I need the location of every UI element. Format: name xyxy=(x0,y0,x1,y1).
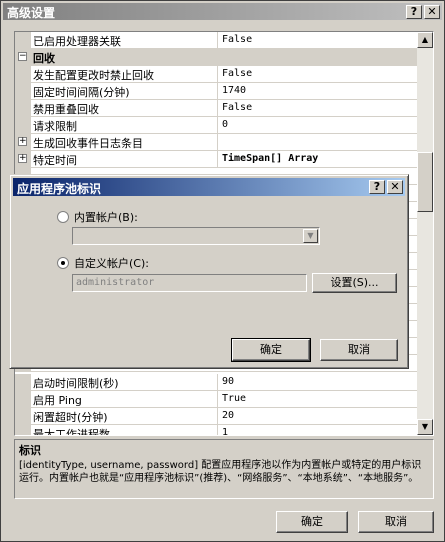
app-pool-identity-dialog: 应用程序池标识 ? ✕ 内置帐户(B): ▼ 自定义帐户(C): adminis… xyxy=(9,174,409,369)
property-name: 启动时间限制(秒) xyxy=(33,377,119,390)
property-name: 启用 Ping xyxy=(33,394,82,407)
builtin-account-option[interactable]: 内置帐户(B): xyxy=(57,209,138,225)
window-titlebar[interactable]: 高级设置 ? ✕ xyxy=(3,3,442,20)
property-row[interactable]: 闲置超时(分钟) 20 xyxy=(15,408,418,425)
property-row[interactable]: + 生成回收事件日志条目 xyxy=(15,134,418,151)
property-name: 请求限制 xyxy=(33,120,77,133)
vertical-scrollbar[interactable]: ▲ ▼ xyxy=(417,32,433,435)
advanced-settings-window: 高级设置 ? ✕ 已启用处理器关联 False − 回收 发生配置更改时禁止回收… xyxy=(0,0,445,542)
property-value[interactable]: False xyxy=(217,66,418,83)
scroll-down-icon[interactable]: ▼ xyxy=(417,419,433,435)
window-title: 高级设置 xyxy=(7,6,56,20)
dialog-close-button[interactable]: ✕ xyxy=(387,180,403,194)
property-row[interactable]: 最大工作进程数 1 xyxy=(15,425,418,436)
property-row[interactable]: + 特定时间 TimeSpan[] Array xyxy=(15,151,418,168)
custom-account-option[interactable]: 自定义帐户(C): xyxy=(57,255,149,271)
ok-button[interactable]: 确定 xyxy=(276,511,348,533)
property-value[interactable] xyxy=(217,134,418,151)
row-gutter xyxy=(15,425,31,435)
property-value[interactable]: TimeSpan[] Array xyxy=(217,151,418,168)
dialog-title: 应用程序池标识 xyxy=(17,182,102,196)
row-gutter xyxy=(15,83,31,100)
collapse-icon[interactable]: − xyxy=(18,52,27,61)
custom-account-field[interactable]: administrator xyxy=(72,274,307,292)
property-value[interactable]: 20 xyxy=(217,408,418,425)
dialog-cancel-button[interactable]: 取消 xyxy=(320,339,398,361)
custom-account-radio[interactable] xyxy=(57,257,69,269)
row-gutter xyxy=(15,408,31,425)
builtin-account-select[interactable]: ▼ xyxy=(72,227,320,245)
row-gutter xyxy=(15,100,31,117)
description-title: 标识 xyxy=(19,444,41,457)
builtin-account-radio[interactable] xyxy=(57,211,69,223)
description-body: [identityType, username, password] 配置应用程… xyxy=(19,460,422,484)
cancel-button[interactable]: 取消 xyxy=(358,511,434,533)
dialog-help-button[interactable]: ? xyxy=(369,180,385,194)
property-row[interactable]: 已启用处理器关联 False xyxy=(15,32,418,49)
property-value[interactable]: 0 xyxy=(217,117,418,134)
category-name: 回收 xyxy=(33,52,55,65)
scroll-up-icon[interactable]: ▲ xyxy=(417,32,433,48)
expand-icon[interactable]: + xyxy=(18,154,27,163)
property-row[interactable]: 发生配置更改时禁止回收 False xyxy=(15,66,418,83)
category-row-recycle[interactable]: − 回收 xyxy=(15,49,418,66)
custom-account-label: 自定义帐户(C): xyxy=(74,257,149,270)
property-name: 固定时间间隔(分钟) xyxy=(33,86,130,99)
row-gutter xyxy=(15,117,31,134)
property-row[interactable]: 固定时间间隔(分钟) 1740 xyxy=(15,83,418,100)
scroll-thumb[interactable] xyxy=(417,152,433,212)
builtin-account-label: 内置帐户(B): xyxy=(74,211,138,224)
property-value[interactable]: False xyxy=(217,100,418,117)
help-button[interactable]: ? xyxy=(406,5,422,19)
property-value[interactable]: 90 xyxy=(217,374,418,391)
settings-button[interactable]: 设置(S)... xyxy=(312,273,397,293)
property-value[interactable]: True xyxy=(217,391,418,408)
description-panel: 标识 [identityType, username, password] 配置… xyxy=(14,439,434,499)
row-gutter xyxy=(15,66,31,83)
property-value[interactable]: False xyxy=(217,32,418,49)
property-row[interactable]: 启动时间限制(秒) 90 xyxy=(15,374,418,391)
property-name: 发生配置更改时禁止回收 xyxy=(33,69,154,82)
close-button[interactable]: ✕ xyxy=(424,5,440,19)
expand-icon[interactable]: + xyxy=(18,137,27,146)
property-name: 已启用处理器关联 xyxy=(33,35,121,48)
row-gutter xyxy=(15,32,31,49)
property-name: 闲置超时(分钟) xyxy=(33,411,108,424)
row-gutter xyxy=(15,391,31,408)
chevron-down-icon[interactable]: ▼ xyxy=(303,229,318,243)
property-name: 禁用重叠回收 xyxy=(33,103,99,116)
dialog-ok-button[interactable]: 确定 xyxy=(231,338,311,362)
dialog-titlebar[interactable]: 应用程序池标识 ? ✕ xyxy=(13,178,405,196)
property-name: 生成回收事件日志条目 xyxy=(33,137,143,150)
property-row[interactable]: 启用 Ping True xyxy=(15,391,418,408)
property-row[interactable]: 请求限制 0 xyxy=(15,117,418,134)
property-value[interactable]: 1740 xyxy=(217,83,418,100)
property-name: 最大工作进程数 xyxy=(33,428,110,436)
property-value[interactable]: 1 xyxy=(217,425,418,435)
property-name: 特定时间 xyxy=(33,154,77,167)
property-row[interactable]: 禁用重叠回收 False xyxy=(15,100,418,117)
row-gutter xyxy=(15,374,31,391)
